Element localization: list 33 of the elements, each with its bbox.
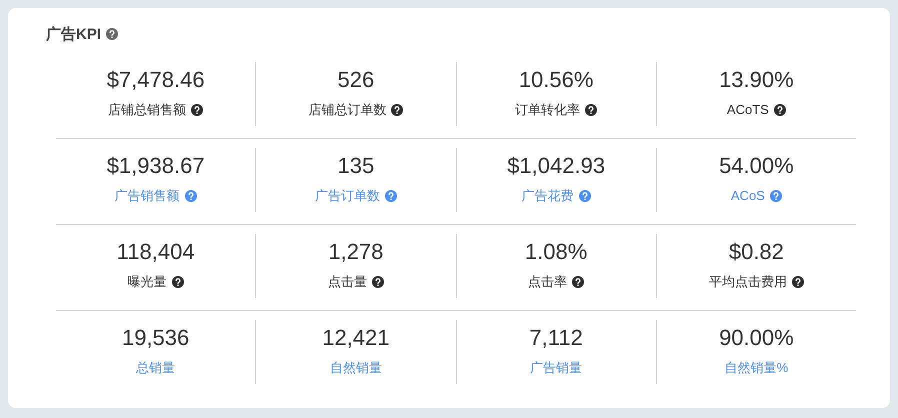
metric-value: 12,421 <box>322 324 390 352</box>
metric-value: 135 <box>338 152 374 180</box>
metric-value: $1,938.67 <box>106 152 205 180</box>
metric-label: 点击率 <box>528 274 568 290</box>
card-title: 广告KPI <box>46 24 102 44</box>
metric-value: 19,536 <box>122 324 190 352</box>
metric-value: $1,042.93 <box>507 152 606 180</box>
metric-value: 118,404 <box>116 238 195 266</box>
metric-value: 54.00% <box>719 152 794 180</box>
metric-label[interactable]: 广告销售额 <box>114 188 180 204</box>
metric-label: 平均点击费用 <box>708 274 787 290</box>
metric-label[interactable]: 总销量 <box>136 360 176 376</box>
metric-label: ACoTS <box>726 102 769 118</box>
metric-label: 店铺总订单数 <box>308 102 386 118</box>
metric-label: 曝光量 <box>128 274 167 290</box>
metric-value: 90.00% <box>719 324 794 352</box>
metric-label[interactable]: 广告花费 <box>522 188 574 204</box>
metric-value: $0.82 <box>728 238 784 266</box>
metric-label[interactable]: ACoS <box>730 188 765 204</box>
metric-value: 1.08% <box>524 238 588 266</box>
metric-label: 店铺总销售额 <box>108 102 186 118</box>
metric-label[interactable]: 自然销量% <box>724 360 788 376</box>
metric-value: 13.90% <box>719 66 794 94</box>
metric-label[interactable]: 广告订单数 <box>314 188 380 204</box>
metric-value: $7,478.46 <box>106 66 205 94</box>
metric-value: 526 <box>338 66 374 94</box>
metric-value: 1,278 <box>328 238 384 266</box>
metric-label: 订单转化率 <box>515 102 580 118</box>
metric-label[interactable]: 自然销量 <box>330 360 382 376</box>
metric-value: 7,112 <box>529 324 583 352</box>
metric-value: 10.56% <box>518 66 594 94</box>
metric-label[interactable]: 广告销量 <box>530 360 582 376</box>
metric-label: 点击量 <box>328 274 367 290</box>
